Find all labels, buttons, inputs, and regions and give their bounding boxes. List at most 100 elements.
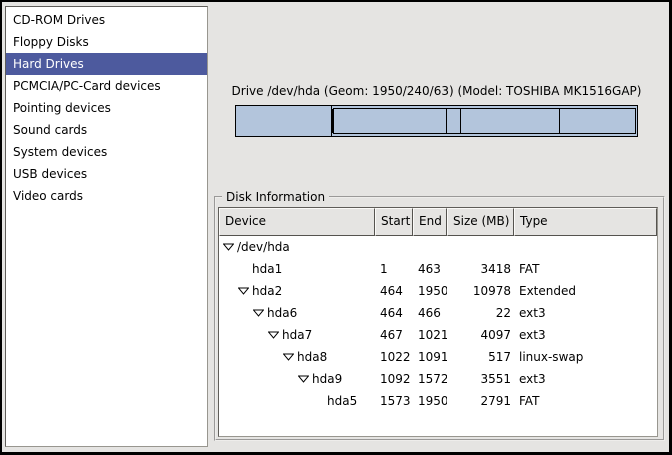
tree-indent	[219, 291, 238, 292]
sidebar-item-label: Floppy Disks	[13, 35, 89, 49]
device-cell: hda5	[219, 390, 375, 412]
sidebar-item[interactable]: Sound cards	[6, 119, 207, 141]
expander-open-icon[interactable]	[253, 309, 264, 317]
type-cell: ext3	[514, 302, 657, 324]
table-row[interactable]: hda8 1022 1091 517 linux-swap	[219, 346, 657, 368]
device-cell: hda7	[219, 324, 375, 346]
end-cell: 463	[413, 258, 447, 280]
sidebar-item[interactable]: Floppy Disks	[6, 31, 207, 53]
column-header-label: Device	[225, 214, 266, 228]
tree-indent	[219, 313, 253, 314]
table-row[interactable]: hda6 464 466 22 ext3	[219, 302, 657, 324]
sidebar-item[interactable]: USB devices	[6, 163, 207, 185]
sidebar-item[interactable]: Pointing devices	[6, 97, 207, 119]
tree-indent	[219, 335, 268, 336]
device-name: hda6	[267, 302, 297, 324]
sidebar-item-label: Pointing devices	[13, 101, 111, 115]
column-header[interactable]: Start	[375, 208, 413, 236]
table-row[interactable]: hda2 464 1950 10978 Extended	[219, 280, 657, 302]
end-cell: 1091	[413, 346, 447, 368]
column-header-label: End	[419, 214, 442, 228]
expander-spacer	[238, 269, 249, 270]
column-header[interactable]: Device	[219, 208, 375, 236]
disk-information-groupbox: Disk Information Device Start End Size (…	[214, 196, 665, 441]
table-body: /dev/hda hda1 1 463 3418 FAT hda2 464 19…	[219, 236, 657, 412]
type-cell: FAT	[514, 258, 657, 280]
device-category-list: CD-ROM Drives Floppy Disks Hard Drives P…	[5, 6, 208, 447]
end-cell: 1572	[413, 368, 447, 390]
partition-divider-logical	[446, 109, 447, 133]
type-cell: ext3	[514, 324, 657, 346]
column-header-label: Size (MB)	[453, 214, 509, 228]
partition-bar	[235, 105, 638, 137]
sidebar-item[interactable]: CD-ROM Drives	[6, 9, 207, 31]
device-cell: hda6	[219, 302, 375, 324]
size-cell: 4097	[447, 324, 514, 346]
sidebar-item-label: PCMCIA/PC-Card devices	[13, 79, 161, 93]
sidebar-item-label: Sound cards	[13, 123, 87, 137]
start-cell: 1573	[375, 390, 413, 412]
column-header[interactable]: Type	[514, 208, 657, 236]
table-row[interactable]: hda7 467 1021 4097 ext3	[219, 324, 657, 346]
sidebar-item-label: CD-ROM Drives	[13, 13, 105, 27]
sidebar-item[interactable]: PCMCIA/PC-Card devices	[6, 75, 207, 97]
end-cell: 1950	[413, 280, 447, 302]
table-row[interactable]: /dev/hda	[219, 236, 657, 258]
drive-info-label: Drive /dev/hda (Geom: 1950/240/63) (Mode…	[220, 84, 653, 98]
groupbox-title: Disk Information	[222, 190, 329, 205]
end-cell: 466	[413, 302, 447, 324]
start-cell: 1	[375, 258, 413, 280]
device-name: hda5	[327, 390, 357, 412]
device-cell: hda1	[219, 258, 375, 280]
partition-divider-logical	[460, 109, 461, 133]
sidebar-item-selected[interactable]: Hard Drives	[6, 53, 207, 75]
start-cell: 1022	[375, 346, 413, 368]
device-name: hda1	[252, 258, 282, 280]
end-cell: 1950	[413, 390, 447, 412]
type-cell: ext3	[514, 368, 657, 390]
end-cell: 1021	[413, 324, 447, 346]
extended-partition-box	[333, 108, 636, 134]
sidebar-item[interactable]: Video cards	[6, 185, 207, 207]
size-cell	[447, 236, 514, 258]
device-cell: hda2	[219, 280, 375, 302]
type-cell: Extended	[514, 280, 657, 302]
end-cell	[413, 236, 447, 258]
start-cell	[375, 236, 413, 258]
type-cell: linux-swap	[514, 346, 657, 368]
device-name: hda8	[297, 346, 327, 368]
expander-spacer	[313, 401, 324, 402]
start-cell: 1092	[375, 368, 413, 390]
table-row[interactable]: hda5 1573 1950 2791 FAT	[219, 390, 657, 412]
table-row[interactable]: hda9 1092 1572 3551 ext3	[219, 368, 657, 390]
tree-indent	[219, 357, 283, 358]
partition-table: Device Start End Size (MB) Type /dev/hda…	[218, 207, 658, 437]
size-cell: 2791	[447, 390, 514, 412]
expander-open-icon[interactable]	[283, 353, 294, 361]
device-cell: hda8	[219, 346, 375, 368]
sidebar-item-label: Hard Drives	[13, 57, 84, 71]
type-cell	[514, 236, 657, 258]
device-cell: /dev/hda	[219, 236, 375, 258]
type-cell: FAT	[514, 390, 657, 412]
sidebar-item-label: System devices	[13, 145, 107, 159]
expander-open-icon[interactable]	[268, 331, 279, 339]
expander-open-icon[interactable]	[223, 243, 234, 251]
device-name: hda7	[282, 324, 312, 346]
device-name: hda9	[312, 368, 342, 390]
device-cell: hda9	[219, 368, 375, 390]
sidebar-item-label: Video cards	[13, 189, 83, 203]
expander-open-icon[interactable]	[238, 287, 249, 295]
device-name: hda2	[252, 280, 282, 302]
size-cell: 3418	[447, 258, 514, 280]
size-cell: 3551	[447, 368, 514, 390]
expander-open-icon[interactable]	[298, 375, 309, 383]
device-name: /dev/hda	[237, 236, 290, 258]
sidebar-item-label: USB devices	[13, 167, 87, 181]
column-header[interactable]: Size (MB)	[447, 208, 514, 236]
sidebar-item[interactable]: System devices	[6, 141, 207, 163]
column-header[interactable]: End	[413, 208, 447, 236]
partition-divider-logical	[559, 109, 560, 133]
table-row[interactable]: hda1 1 463 3418 FAT	[219, 258, 657, 280]
tree-indent	[219, 269, 238, 270]
